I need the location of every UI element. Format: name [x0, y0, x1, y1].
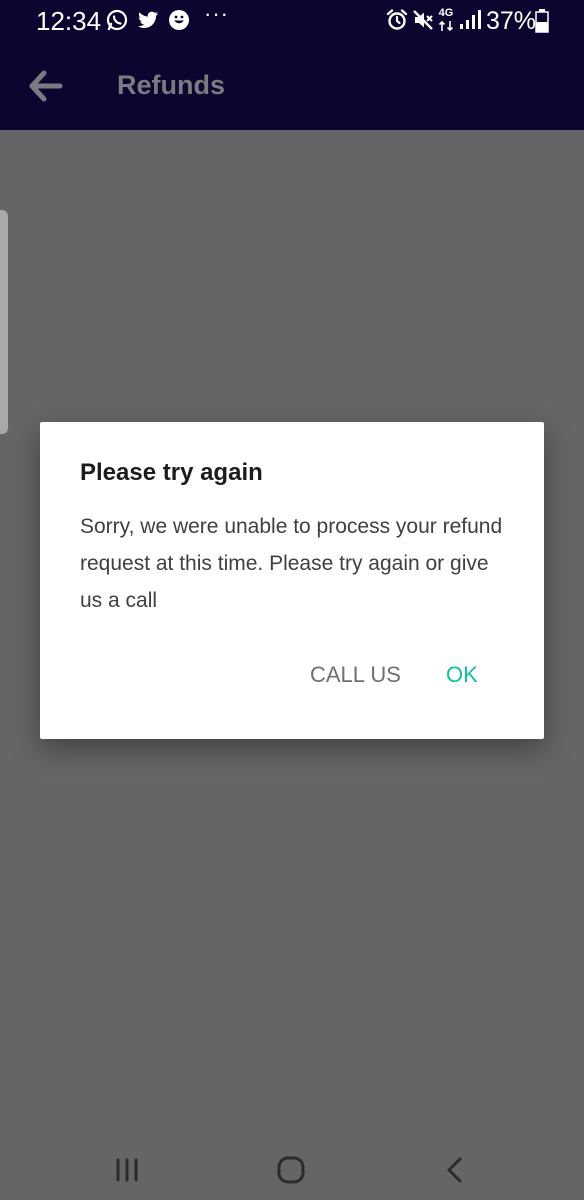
ok-button[interactable]: OK [446, 660, 478, 690]
edge-panel-handle[interactable] [0, 210, 8, 434]
navigation-bar [0, 1140, 584, 1200]
battery-percent: 37% [486, 7, 537, 35]
status-bar: 12:34 ··· 4G 37% [0, 0, 584, 42]
app-notification-icon [169, 10, 189, 30]
call-us-button[interactable]: CALL US [310, 660, 401, 690]
dialog-title: Please try again [80, 459, 263, 486]
mute-icon [413, 10, 433, 30]
page-title: Refunds [117, 70, 225, 100]
alarm-icon [386, 9, 408, 30]
status-time: 12:34 [36, 6, 102, 36]
network-type-label: 4G [438, 7, 454, 19]
battery-icon [535, 9, 549, 33]
signal-icon [460, 10, 481, 29]
more-notifications-icon: ··· [204, 1, 229, 26]
arrow-left-icon[interactable] [24, 64, 68, 108]
twitter-icon [138, 11, 158, 28]
nav-back-icon[interactable] [433, 1148, 477, 1192]
recents-icon[interactable] [105, 1148, 149, 1192]
whatsapp-icon [106, 9, 128, 31]
app-bar: Refunds [0, 42, 584, 130]
data-arrows-icon [438, 20, 454, 32]
error-dialog: Please try again Sorry, we were unable t… [40, 422, 544, 739]
home-icon[interactable] [269, 1148, 313, 1192]
dialog-message: Sorry, we were unable to process your re… [80, 515, 503, 612]
